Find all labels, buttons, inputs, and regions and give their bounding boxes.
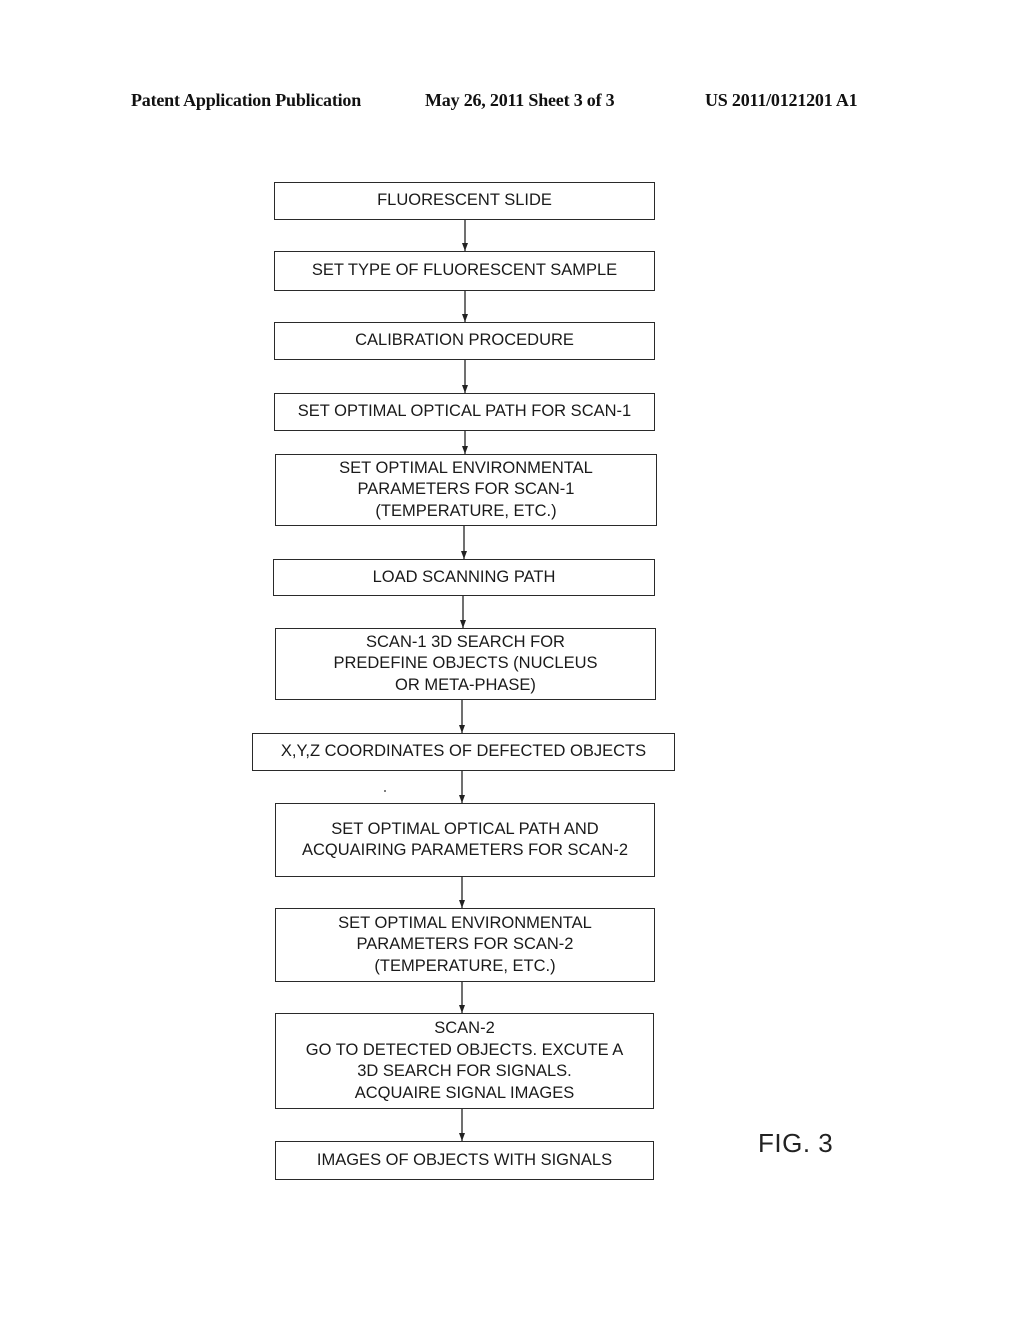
step-environment-scan2: SET OPTIMAL ENVIRONMENTAL PARAMETERS FOR… [275,908,655,982]
step-text: SCAN-2 GO TO DETECTED OBJECTS. EXCUTE A … [305,1019,624,1102]
step-text: SET OPTIMAL OPTICAL PATH AND ACQUAIRING … [301,819,629,860]
step-text: SET OPTIMAL OPTICAL PATH FOR SCAN-1 [297,402,632,421]
step-text: SCAN-1 3D SEARCH FOR PREDEFINE OBJECTS (… [333,632,598,694]
step-calibration: CALIBRATION PROCEDURE [274,322,655,360]
step-fluorescent-slide: FLUORESCENT SLIDE [274,182,655,220]
step-scan1-search: SCAN-1 3D SEARCH FOR PREDEFINE OBJECTS (… [275,628,656,700]
step-scan2-acquire: SCAN-2 GO TO DETECTED OBJECTS. EXCUTE A … [275,1013,654,1109]
publication-label: Patent Application Publication [131,90,362,110]
step-text: IMAGES OF OBJECTS WITH SIGNALS [316,1150,613,1169]
step-environment-scan1: SET OPTIMAL ENVIRONMENTAL PARAMETERS FOR… [275,454,657,526]
date-sheet-label: May 26, 2011 Sheet 3 of 3 [425,90,615,110]
step-output-images: IMAGES OF OBJECTS WITH SIGNALS [275,1141,654,1180]
step-optical-path-scan1: SET OPTIMAL OPTICAL PATH FOR SCAN-1 [274,393,655,431]
step-text: X,Y,Z COORDINATES OF DEFECTED OBJECTS [280,742,647,761]
step-text: SET TYPE OF FLUORESCENT SAMPLE [311,261,618,280]
step-text: FLUORESCENT SLIDE [377,191,552,210]
step-xyz-coordinates: X,Y,Z COORDINATES OF DEFECTED OBJECTS [252,733,675,771]
scan-speck [384,790,386,792]
step-load-scanning-path: LOAD SCANNING PATH [273,559,655,596]
step-text: SET OPTIMAL ENVIRONMENTAL PARAMETERS FOR… [339,458,593,520]
patent-number: US 2011/0121201 A1 [705,90,858,110]
step-optical-path-scan2: SET OPTIMAL OPTICAL PATH AND ACQUAIRING … [275,803,655,877]
step-set-sample-type: SET TYPE OF FLUORESCENT SAMPLE [274,251,655,291]
figure-label: FIG. 3 [758,1128,834,1158]
step-text: SET OPTIMAL ENVIRONMENTAL PARAMETERS FOR… [338,913,592,975]
step-text: CALIBRATION PROCEDURE [355,331,574,350]
step-text: LOAD SCANNING PATH [372,567,556,586]
